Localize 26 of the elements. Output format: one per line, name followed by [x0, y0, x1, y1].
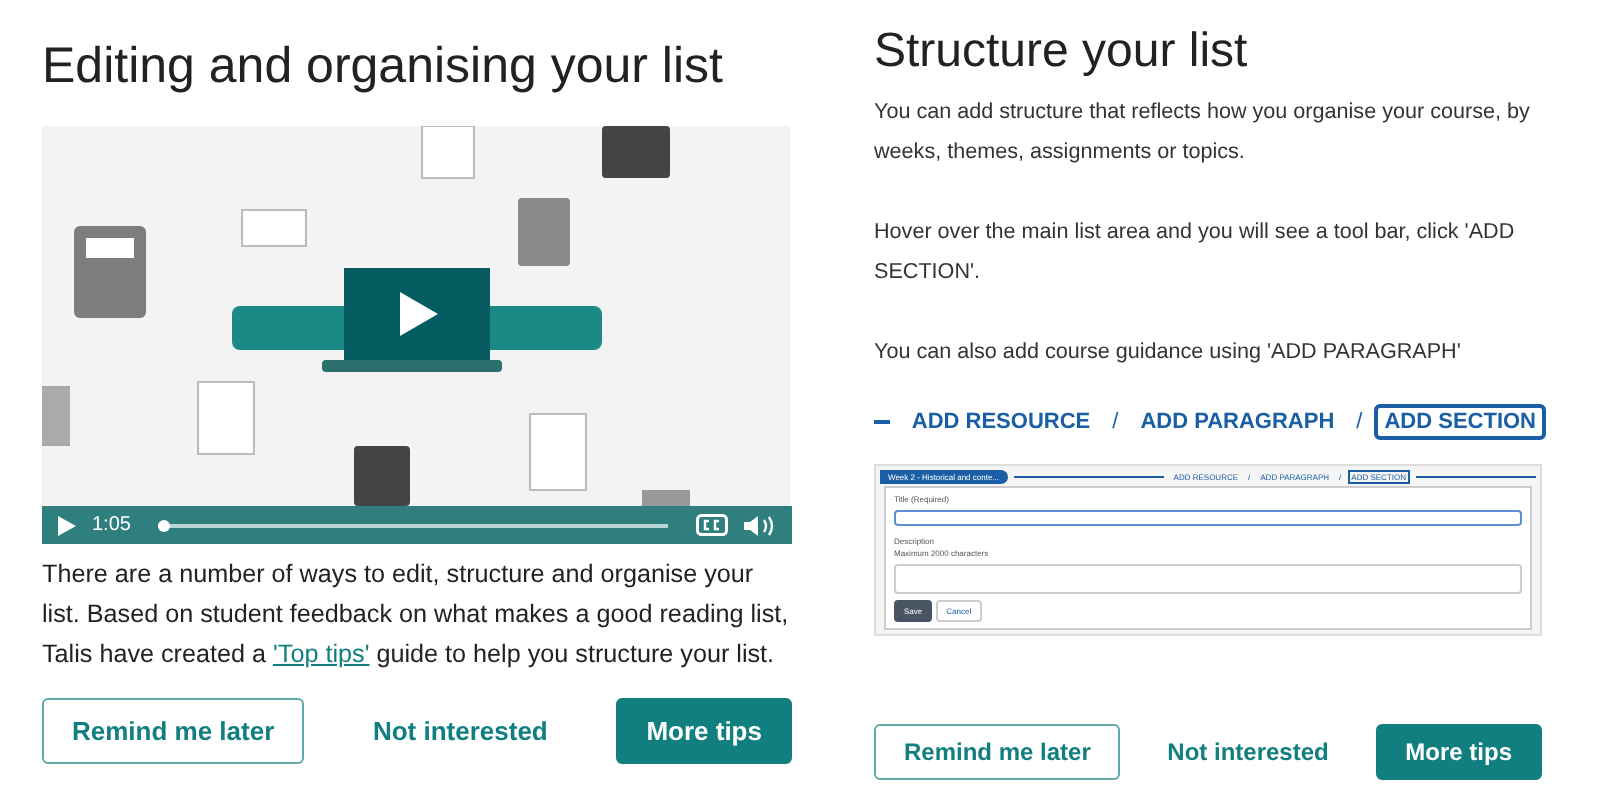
outline-button[interactable]: Remind me later — [42, 698, 305, 764]
play-button[interactable] — [58, 515, 76, 535]
primary-button[interactable]: More tips — [1375, 724, 1542, 780]
separator-slash: / — [1112, 410, 1119, 434]
dialog-title: Editing and organising your list — [42, 36, 725, 98]
top-tips-link[interactable]: 'Top tips' — [273, 640, 370, 668]
video-time: 1:05 — [92, 514, 131, 536]
play-button[interactable] — [344, 268, 490, 360]
captions-icon[interactable] — [696, 514, 728, 536]
instruction-text: You can add structure that reflects how you organise your course, by weeks, themes, assignments or topics. — [874, 98, 1532, 168]
progress-thumb[interactable] — [158, 519, 170, 531]
primary-button[interactable]: More tips — [616, 698, 792, 764]
toolbar-action[interactable]: ADD RESOURCE — [901, 404, 1101, 440]
description-text: There are a number of ways to edit, structure and organise your list. Based on student feedback on what makes a good reading list, Talis have created a 'Top tips' guide to help you structure your list. — [42, 558, 791, 672]
play-icon — [395, 290, 439, 338]
instruction-text: Hover over the main list area and you will see a tool bar, click 'ADD SECTION'. — [874, 218, 1517, 288]
volume-icon[interactable] — [744, 513, 776, 537]
outline-button[interactable]: Remind me later — [874, 724, 1121, 780]
text-button[interactable]: Not interested — [344, 698, 576, 764]
separator-slash: / — [1356, 410, 1363, 434]
play-icon — [58, 515, 76, 535]
text-button[interactable]: Not interested — [1139, 724, 1357, 780]
instruction-text: You can also add course guidance using 'ADD PARAGRAPH' — [874, 338, 1463, 368]
toolbar-action[interactable]: ADD PARAGRAPH — [1130, 404, 1345, 440]
dialog-title: Structure your list — [874, 24, 1250, 80]
toolbar-action[interactable]: ADD SECTION — [1374, 404, 1546, 440]
